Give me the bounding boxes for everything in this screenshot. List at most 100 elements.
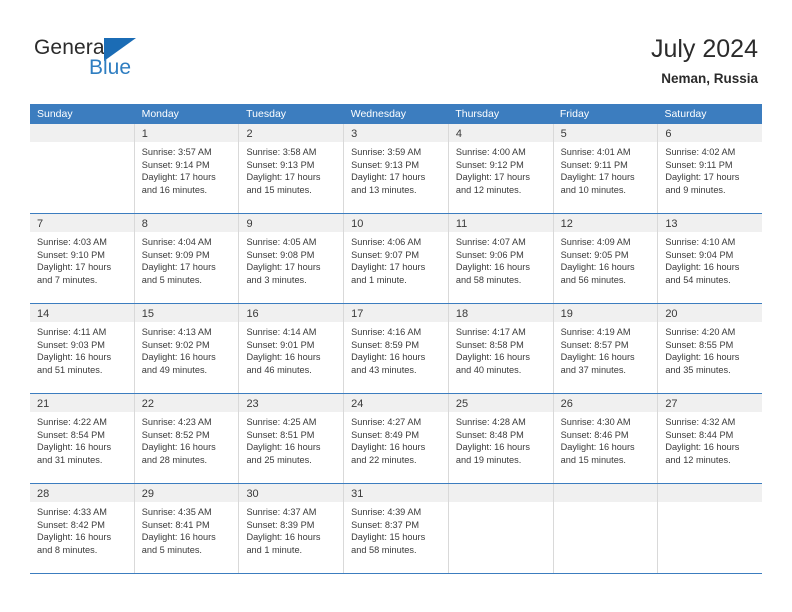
sunrise-text: Sunrise: 4:14 AM <box>246 327 317 337</box>
daylight-text-line2: and 58 minutes. <box>351 544 417 555</box>
daylight-text-line1: Daylight: 17 hours <box>455 172 530 183</box>
day-details: Sunrise: 4:19 AM Sunset: 8:57 PM Daylight:… <box>554 322 658 376</box>
sunrise-text: Sunrise: 4:10 AM <box>665 237 736 247</box>
day-number: 11 <box>455 218 468 230</box>
daylight-text-line1: Daylight: 16 hours <box>455 262 530 273</box>
day-details: Sunrise: 4:06 AM Sunset: 9:07 PM Daylight:… <box>344 232 448 286</box>
daylight-text-line2: and 1 minute. <box>246 544 303 555</box>
daylight-text-line1: Daylight: 16 hours <box>141 352 216 363</box>
calendar-day-cell[interactable]: 29 Sunrise: 4:35 AM Sunset: 8:41 PM Dayligh… <box>134 484 240 573</box>
daylight-text-line1: Daylight: 17 hours <box>246 262 321 273</box>
daylight-text-line2: and 13 minutes. <box>351 184 417 195</box>
calendar-day-cell[interactable]: 17 Sunrise: 4:16 AM Sunset: 8:59 PM Dayligh… <box>344 304 449 393</box>
day-details: Sunrise: 4:39 AM Sunset: 8:37 PM Daylight:… <box>344 502 448 556</box>
sunrise-text: Sunrise: 4:03 AM <box>37 237 107 247</box>
daylight-text-line2: and 46 minutes. <box>246 364 312 375</box>
calendar-grid: Sunday Monday Tuesday Wednesday Thursday… <box>30 104 763 574</box>
sunrise-text: Sunrise: 3:58 AM <box>246 147 317 157</box>
daylight-text-line2: and 9 minutes. <box>665 184 726 195</box>
daylight-text-line2: and 5 minutes. <box>141 544 202 555</box>
calendar-week-row: 21 Sunrise: 4:22 AM Sunset: 8:54 PM Dayligh… <box>30 394 763 484</box>
calendar-day-cell[interactable]: 14 Sunrise: 4:11 AM Sunset: 9:03 PM Dayligh… <box>30 304 135 393</box>
day-number: 14 <box>37 308 50 320</box>
sunset-text: Sunset: 8:37 PM <box>351 519 420 530</box>
calendar-day-cell[interactable]: 10 Sunrise: 4:06 AM Sunset: 9:07 PM Dayligh… <box>344 214 449 303</box>
sunset-text: Sunset: 8:59 PM <box>351 339 420 350</box>
daylight-text-line1: Daylight: 16 hours <box>665 352 740 363</box>
calendar-day-cell[interactable]: 6 Sunrise: 4:02 AM Sunset: 9:11 PM Daylight… <box>658 124 763 213</box>
sunrise-text: Sunrise: 4:00 AM <box>455 147 526 157</box>
calendar-day-cell[interactable]: 2 Sunrise: 3:58 AM Sunset: 9:13 PM Daylight… <box>239 124 345 213</box>
calendar-day-cell[interactable]: 18 Sunrise: 4:17 AM Sunset: 8:58 PM Dayligh… <box>448 304 554 393</box>
calendar-day-cell[interactable]: 23 Sunrise: 4:25 AM Sunset: 8:51 PM Dayligh… <box>239 394 345 483</box>
calendar-day-cell[interactable]: 15 Sunrise: 4:13 AM Sunset: 9:02 PM Dayligh… <box>134 304 240 393</box>
calendar-day-cell[interactable]: 24 Sunrise: 4:27 AM Sunset: 8:49 PM Dayligh… <box>344 394 449 483</box>
day-number-band: 30 <box>239 484 344 502</box>
calendar-day-cell[interactable]: 7 Sunrise: 4:03 AM Sunset: 9:10 PM Daylight… <box>30 214 135 303</box>
calendar-day-cell[interactable]: 13 Sunrise: 4:10 AM Sunset: 9:04 PM Dayligh… <box>658 214 763 303</box>
sunset-text: Sunset: 8:55 PM <box>665 339 734 350</box>
daylight-text-line2: and 1 minute. <box>351 274 407 285</box>
day-details: Sunrise: 4:35 AM Sunset: 8:41 PM Daylight:… <box>135 502 239 556</box>
sunset-text: Sunset: 9:10 PM <box>37 249 105 260</box>
calendar-day-cell[interactable]: 22 Sunrise: 4:23 AM Sunset: 8:52 PM Dayligh… <box>134 394 240 483</box>
sunset-text: Sunset: 9:07 PM <box>351 249 420 260</box>
day-number: 27 <box>665 398 678 410</box>
day-number-band: 24 <box>344 394 448 412</box>
calendar-day-cell[interactable]: 31 Sunrise: 4:39 AM Sunset: 8:37 PM Dayligh… <box>344 484 449 573</box>
calendar-week-row: 7 Sunrise: 4:03 AM Sunset: 9:10 PM Daylight… <box>30 214 763 304</box>
weekday-header-monday: Monday <box>141 108 179 120</box>
sunrise-text: Sunrise: 4:25 AM <box>246 417 317 427</box>
day-details: Sunrise: 4:09 AM Sunset: 9:05 PM Daylight:… <box>554 232 658 286</box>
sunrise-text: Sunrise: 3:59 AM <box>351 147 422 157</box>
sunset-text: Sunset: 8:42 PM <box>37 519 105 530</box>
calendar-day-cell[interactable]: 20 Sunrise: 4:20 AM Sunset: 8:55 PM Dayligh… <box>658 304 763 393</box>
sunset-text: Sunset: 8:44 PM <box>665 429 734 440</box>
sunrise-text: Sunrise: 4:32 AM <box>665 417 736 427</box>
day-number-band: 29 <box>134 484 239 502</box>
sunrise-text: Sunrise: 4:06 AM <box>351 237 422 247</box>
day-number-band <box>553 484 658 502</box>
daylight-text-line2: and 49 minutes. <box>141 364 208 375</box>
calendar-day-cell[interactable]: 25 Sunrise: 4:28 AM Sunset: 8:48 PM Dayligh… <box>448 394 554 483</box>
day-details: Sunrise: 4:33 AM Sunset: 8:42 PM Daylight:… <box>30 502 134 556</box>
calendar-day-cell[interactable]: 9 Sunrise: 4:05 AM Sunset: 9:08 PM Daylight… <box>239 214 345 303</box>
calendar-day-cell[interactable]: 21 Sunrise: 4:22 AM Sunset: 8:54 PM Dayligh… <box>30 394 135 483</box>
calendar-day-cell[interactable]: 26 Sunrise: 4:30 AM Sunset: 8:46 PM Dayligh… <box>553 394 659 483</box>
calendar-day-cell[interactable]: 16 Sunrise: 4:14 AM Sunset: 9:01 PM Dayligh… <box>239 304 345 393</box>
sunset-text: Sunset: 9:03 PM <box>37 339 105 350</box>
day-number-band: 3 <box>344 124 448 142</box>
daylight-text-line1: Daylight: 17 hours <box>351 172 426 183</box>
daylight-text-line1: Daylight: 16 hours <box>141 532 216 543</box>
calendar-day-cell[interactable]: 4 Sunrise: 4:00 AM Sunset: 9:12 PM Daylight… <box>448 124 554 213</box>
daylight-text-line1: Daylight: 17 hours <box>665 172 740 183</box>
calendar-weeks: 1 Sunrise: 3:57 AM Sunset: 9:14 PM Daylight… <box>30 124 763 574</box>
calendar-day-cell[interactable]: 1 Sunrise: 3:57 AM Sunset: 9:14 PM Daylight… <box>134 124 240 213</box>
day-details: Sunrise: 4:05 AM Sunset: 9:08 PM Daylight:… <box>239 232 343 286</box>
calendar-day-cell[interactable]: 30 Sunrise: 4:37 AM Sunset: 8:39 PM Dayligh… <box>239 484 345 573</box>
day-number-band: 7 <box>30 214 134 232</box>
day-details: Sunrise: 3:59 AM Sunset: 9:13 PM Daylight:… <box>344 142 448 196</box>
day-number-band <box>658 484 763 502</box>
calendar-day-cell[interactable]: 3 Sunrise: 3:59 AM Sunset: 9:13 PM Daylight… <box>344 124 449 213</box>
calendar-day-cell[interactable]: 11 Sunrise: 4:07 AM Sunset: 9:06 PM Dayligh… <box>448 214 554 303</box>
sunset-text: Sunset: 9:13 PM <box>246 159 315 170</box>
calendar-day-cell[interactable]: 8 Sunrise: 4:04 AM Sunset: 9:09 PM Daylight… <box>134 214 240 303</box>
daylight-text-line2: and 16 minutes. <box>141 184 208 195</box>
general-blue-logo[interactable]: General Blue <box>34 36 164 84</box>
page-title: July 2024 <box>650 35 758 63</box>
sunset-text: Sunset: 9:11 PM <box>560 159 628 170</box>
daylight-text-line2: and 5 minutes. <box>141 274 202 285</box>
calendar-day-cell[interactable]: 5 Sunrise: 4:01 AM Sunset: 9:11 PM Daylight… <box>553 124 659 213</box>
day-number-band: 13 <box>658 214 763 232</box>
daylight-text-line2: and 40 minutes. <box>455 364 522 375</box>
calendar-day-cell[interactable]: 12 Sunrise: 4:09 AM Sunset: 9:05 PM Dayligh… <box>553 214 659 303</box>
calendar-day-cell[interactable]: 28 Sunrise: 4:33 AM Sunset: 8:42 PM Dayligh… <box>30 484 135 573</box>
day-number-band: 12 <box>553 214 658 232</box>
daylight-text-line2: and 22 minutes. <box>351 454 417 465</box>
daylight-text-line1: Daylight: 17 hours <box>351 262 426 273</box>
calendar-day-cell[interactable]: 19 Sunrise: 4:19 AM Sunset: 8:57 PM Dayligh… <box>553 304 659 393</box>
calendar-day-cell[interactable]: 27 Sunrise: 4:32 AM Sunset: 8:44 PM Dayligh… <box>658 394 763 483</box>
sunrise-text: Sunrise: 3:57 AM <box>141 147 212 157</box>
sunrise-text: Sunrise: 4:28 AM <box>455 417 526 427</box>
